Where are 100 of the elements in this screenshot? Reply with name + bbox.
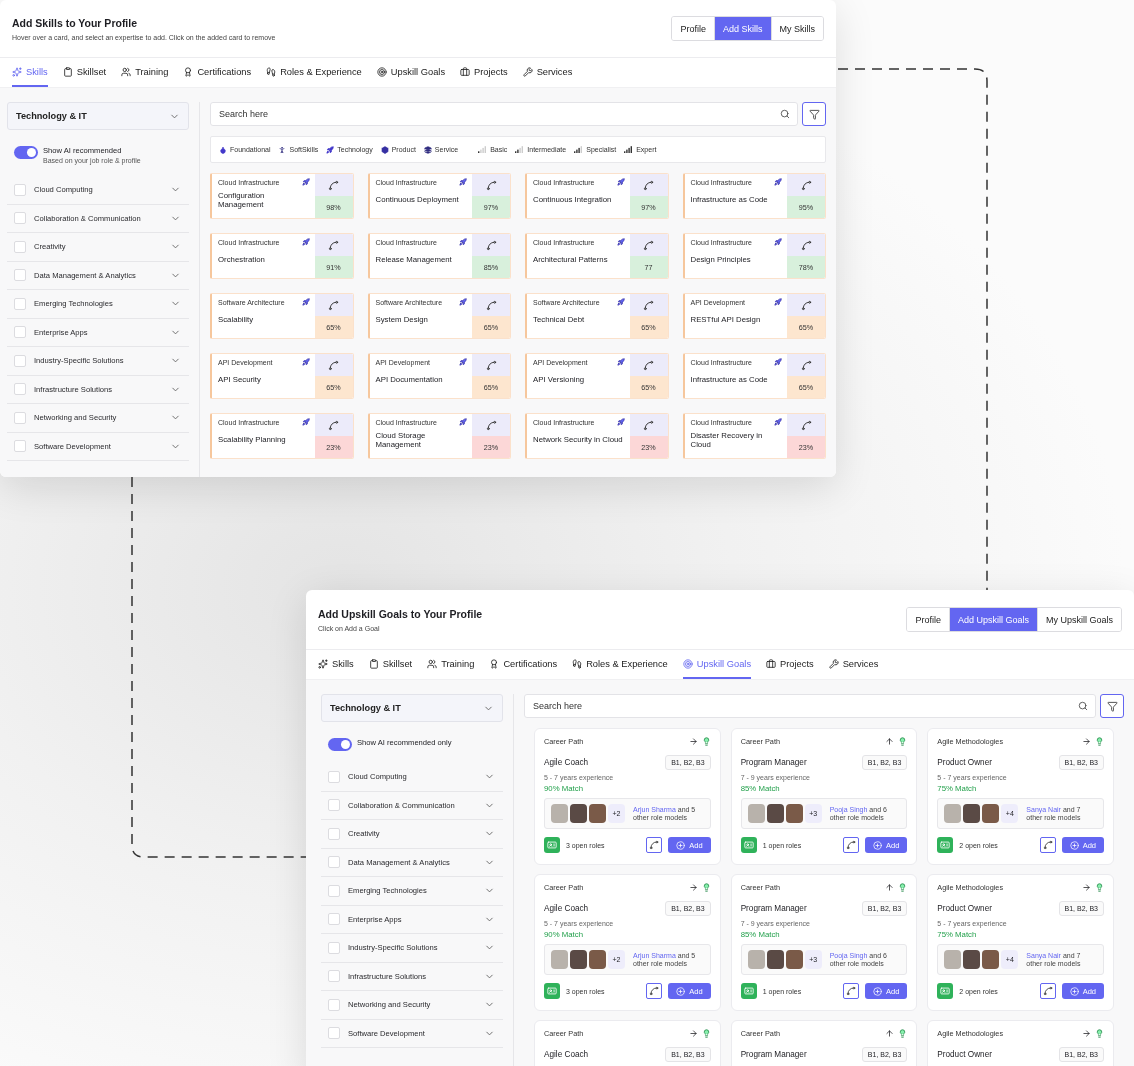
node-graph-button[interactable] [646, 837, 663, 853]
id-card-icon [544, 983, 560, 999]
goal-title: Product Owner [937, 904, 992, 913]
id-card-icon [544, 837, 560, 853]
id-card-icon [937, 983, 954, 999]
avatar-placeholder [747, 804, 765, 823]
tab[interactable]: Services [522, 58, 573, 87]
node-graph-icon [485, 179, 497, 191]
node-graph-icon [643, 419, 654, 431]
rocket-icon [616, 178, 625, 186]
goal-title: Program Manager [740, 1050, 807, 1059]
avatar-placeholder [747, 950, 765, 969]
rocket-icon [301, 298, 310, 306]
category-dropdown[interactable]: Technology & IT [7, 102, 189, 130]
tab[interactable]: Services [828, 650, 879, 679]
view-switch-button[interactable]: Add Upskill Goals [948, 608, 1037, 631]
tab[interactable]: Certifications [183, 58, 252, 87]
checkbox[interactable] [328, 770, 340, 783]
checkbox[interactable] [328, 1027, 340, 1040]
node-graph-button[interactable] [1039, 837, 1056, 853]
checkbox[interactable] [14, 240, 26, 253]
node-graph-icon [328, 299, 339, 311]
goal-title: Program Manager [740, 904, 807, 913]
lightbulb-icon [898, 883, 908, 892]
checkbox[interactable] [14, 212, 26, 225]
checkbox[interactable] [14, 440, 26, 453]
people-icon [427, 658, 438, 669]
tab[interactable]: Training [427, 650, 475, 679]
node-graph-icon [1042, 840, 1053, 850]
toggle-switch[interactable] [14, 146, 38, 159]
checkbox[interactable] [328, 970, 340, 983]
signal-bars-icon [515, 145, 525, 154]
search-field[interactable]: Search here [210, 102, 798, 126]
checkbox[interactable] [14, 411, 26, 424]
node-graph-button[interactable] [842, 983, 859, 999]
checkbox[interactable] [328, 884, 340, 897]
tab[interactable]: Projects [460, 58, 508, 87]
footprints-icon [572, 658, 583, 669]
node-graph-icon [485, 419, 497, 431]
rocket-icon [774, 178, 782, 186]
rocket-icon [616, 238, 625, 246]
avatar-placeholder [589, 950, 606, 969]
tab[interactable]: Certifications [489, 650, 558, 679]
tab[interactable]: Roles & Experience [266, 58, 362, 87]
wrench-icon [828, 658, 839, 669]
rocket-icon [774, 298, 782, 306]
tab[interactable]: Upskill Goals [376, 58, 446, 87]
node-graph-icon [845, 840, 856, 850]
avatar-placeholder [766, 804, 784, 823]
node-graph-button[interactable] [842, 837, 859, 853]
checkbox[interactable] [328, 799, 340, 812]
checkbox[interactable] [14, 269, 26, 282]
checkbox[interactable] [14, 383, 26, 396]
checkbox[interactable] [328, 913, 340, 926]
id-card-icon [740, 837, 757, 853]
goal-title: Agile Coach [544, 1050, 589, 1059]
node-graph-icon [649, 986, 660, 996]
category-dropdown[interactable]: Technology & IT [321, 694, 503, 722]
checkbox[interactable] [14, 354, 26, 367]
checkbox[interactable] [328, 856, 340, 869]
node-graph-icon [643, 359, 654, 371]
view-switch-button[interactable]: My Skills [770, 17, 823, 40]
lightbulb-icon [898, 1029, 908, 1038]
tab[interactable]: Skills [318, 650, 354, 679]
node-graph-icon [643, 179, 654, 191]
tab[interactable]: Skillset [62, 58, 107, 87]
avatar-placeholder [944, 950, 962, 969]
tab[interactable]: Skillset [368, 650, 413, 679]
view-switch-button[interactable]: My Upskill Goals [1037, 608, 1121, 631]
avatar-placeholder [589, 804, 606, 823]
checkbox[interactable] [14, 326, 26, 339]
target-icon [682, 658, 693, 669]
node-graph-button[interactable] [646, 983, 663, 999]
rocket-icon [301, 418, 310, 426]
tab[interactable]: Training [121, 58, 169, 87]
node-graph-button[interactable] [1039, 983, 1056, 999]
search-field[interactable]: Search here [524, 694, 1096, 718]
rocket-icon [774, 418, 782, 426]
rocket-icon [459, 238, 467, 246]
filter-button[interactable] [1100, 694, 1124, 718]
view-switch-button[interactable]: Add Skills [714, 17, 771, 40]
checkbox[interactable] [328, 998, 340, 1011]
filter-button[interactable] [802, 102, 826, 126]
node-graph-icon [845, 986, 856, 996]
node-graph-icon [643, 299, 654, 311]
checkbox[interactable] [14, 183, 26, 196]
tab[interactable]: Projects [766, 650, 814, 679]
rocket-icon [459, 358, 467, 366]
briefcase-icon [460, 66, 471, 77]
checkbox[interactable] [328, 827, 340, 840]
checkbox[interactable] [14, 297, 26, 310]
droplet-icon [219, 145, 227, 154]
plus-circle-icon [676, 986, 686, 996]
toggle-switch[interactable] [328, 738, 352, 751]
checkbox[interactable] [328, 941, 340, 954]
node-graph-icon [328, 359, 339, 371]
tab[interactable]: Roles & Experience [572, 650, 668, 679]
plus-circle-icon [676, 840, 686, 850]
goal-title: Agile Coach [544, 904, 589, 913]
plus-circle-icon [1069, 986, 1079, 996]
